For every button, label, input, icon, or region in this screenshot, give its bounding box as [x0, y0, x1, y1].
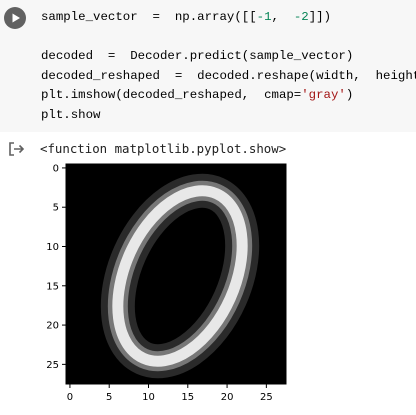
code-line: sample_vector = np.array([[-1, -2]]) — [41, 8, 416, 28]
y-axis: 0 5 10 15 20 25 — [46, 163, 66, 371]
code-line: plt.imshow(decoded_reshaped, cmap='gray'… — [41, 86, 416, 106]
x-tick-label: 5 — [106, 392, 112, 403]
code-line: decoded_reshaped = decoded.reshape(width… — [41, 67, 416, 87]
code-token: decoded = Decoder.predict(sample_vector) — [41, 49, 354, 63]
y-tick-label: 15 — [46, 281, 59, 292]
output-arrow-icon[interactable] — [8, 141, 26, 157]
code-token: decoded_reshaped = decoded.reshape(width… — [41, 68, 416, 83]
x-tick-label: 0 — [67, 392, 73, 403]
code-line: plt.show — [41, 106, 416, 126]
x-tick-label: 10 — [142, 392, 155, 403]
code-token: plt.imshow(decoded_reshaped, cmap= — [41, 88, 302, 102]
y-tick-label: 25 — [46, 360, 59, 371]
code-editor[interactable]: sample_vector = np.array([[-1, -2]]) dec… — [41, 8, 416, 125]
imshow-plot: 0 5 10 15 20 25 0 5 10 15 20 25 — [46, 163, 287, 403]
run-cell-button[interactable] — [4, 7, 26, 29]
y-tick-label: 0 — [53, 163, 59, 174]
y-tick-label: 20 — [46, 321, 59, 332]
code-token: 'gray' — [301, 88, 346, 102]
code-token: ]]) — [308, 10, 332, 24]
output-text: <function matplotlib.pyplot.show> — [40, 141, 287, 156]
code-line: decoded = Decoder.predict(sample_vector) — [41, 47, 416, 67]
code-token: sample_vector = np.array([[ — [41, 10, 257, 24]
x-tick-label: 15 — [181, 392, 194, 403]
code-token: -2 — [293, 10, 309, 24]
x-tick-label: 20 — [221, 392, 234, 403]
code-token: -1 — [256, 10, 272, 24]
play-icon — [12, 13, 20, 23]
x-axis: 0 5 10 15 20 25 — [67, 384, 273, 403]
code-cell[interactable]: sample_vector = np.array([[-1, -2]]) dec… — [0, 0, 416, 132]
code-token: ) — [345, 88, 354, 102]
x-tick-label: 25 — [260, 392, 273, 403]
y-tick-label: 5 — [53, 203, 59, 214]
code-token: , — [271, 10, 294, 24]
code-token: plt.show — [41, 107, 101, 122]
y-tick-label: 10 — [46, 242, 59, 253]
